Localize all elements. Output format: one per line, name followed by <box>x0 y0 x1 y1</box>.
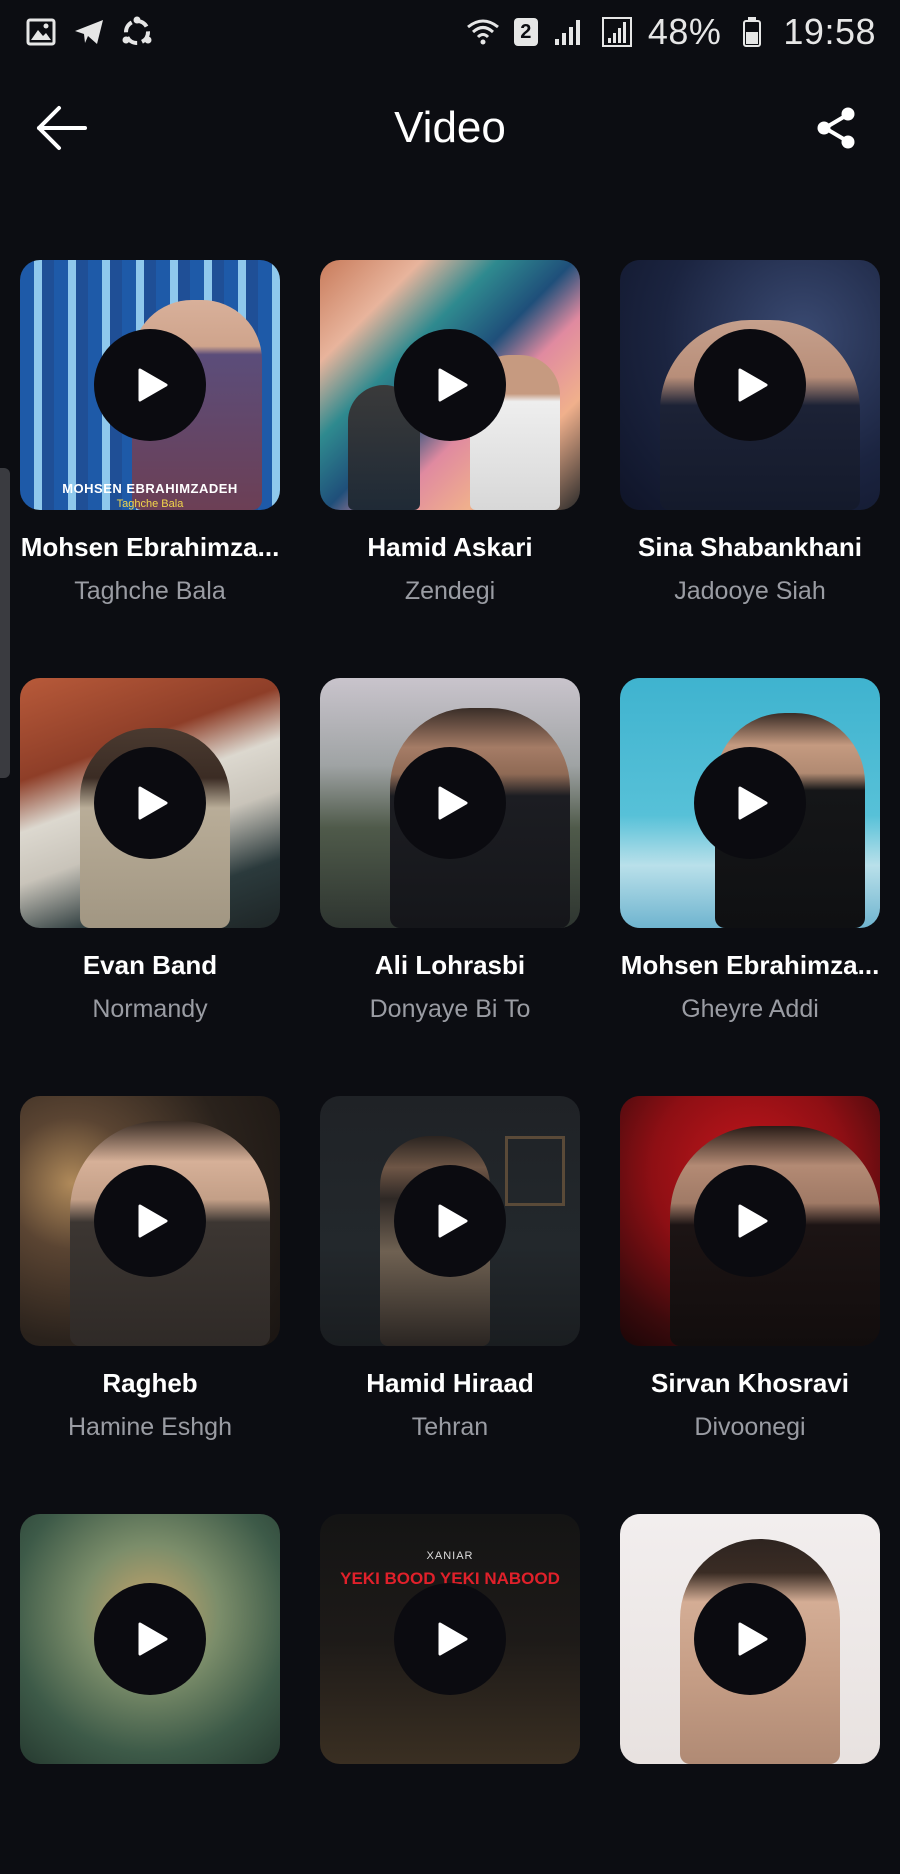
play-button[interactable] <box>694 747 806 859</box>
thumbnail-frame <box>505 1136 565 1206</box>
play-button[interactable] <box>94 1165 206 1277</box>
play-icon <box>138 1622 168 1656</box>
artist-name: Sina Shabankhani <box>638 532 862 562</box>
signal-icon <box>600 15 634 49</box>
play-icon <box>138 1204 168 1238</box>
artist-name: Evan Band <box>82 950 218 980</box>
video-card[interactable]: Evan Band Normandy <box>20 678 280 1038</box>
share-button[interactable] <box>808 98 864 162</box>
gallery-icon <box>24 15 58 49</box>
video-card[interactable]: XANIAR YEKI BOOD YEKI NABOOD <box>320 1514 580 1874</box>
video-thumbnail[interactable] <box>620 260 880 510</box>
status-bar: 2 48% 19:58 <box>0 0 900 64</box>
play-button[interactable] <box>394 1165 506 1277</box>
song-title: Donyaye Bi To <box>369 995 531 1023</box>
video-card[interactable] <box>620 1514 880 1874</box>
artist-name: Mohsen Ebrahimza... <box>620 950 880 980</box>
battery-percent: 48% <box>647 11 722 52</box>
song-title: Divoonegi <box>694 1413 806 1441</box>
video-card[interactable]: Hamid Askari Zendegi <box>320 260 580 620</box>
share-it-icon <box>120 15 154 49</box>
video-thumbnail[interactable] <box>320 1096 580 1346</box>
video-grid: MOHSEN EBRAHIMZADEH Taghche Bala Mohsen … <box>20 260 880 1874</box>
video-card[interactable]: Ali Lohrasbi Donyaye Bi To <box>320 678 580 1038</box>
status-bar-right: 2 48% 19:58 <box>466 11 876 53</box>
thumbnail-title-text: XANIAR <box>426 1550 474 1562</box>
play-icon <box>438 368 468 402</box>
thumbnail-title-text: MOHSEN EBRAHIMZADEH <box>62 481 238 496</box>
video-thumbnail[interactable] <box>620 1514 880 1764</box>
signal-icon <box>552 15 586 49</box>
play-icon <box>438 1622 468 1656</box>
video-thumbnail[interactable] <box>20 1096 280 1346</box>
song-title: Gheyre Addi <box>681 995 819 1023</box>
song-title: Hamine Eshgh <box>68 1413 232 1441</box>
page-title: Video <box>394 103 506 152</box>
clock: 19:58 <box>783 11 876 52</box>
song-title: Tehran <box>411 1413 489 1441</box>
telegram-icon <box>72 15 106 49</box>
video-thumbnail[interactable] <box>320 260 580 510</box>
play-button[interactable] <box>694 329 806 441</box>
play-button[interactable] <box>394 747 506 859</box>
play-button[interactable] <box>94 329 206 441</box>
back-button[interactable] <box>30 98 94 162</box>
artist-name: Sirvan Khosravi <box>651 1368 849 1398</box>
thumbnail-subtitle-text: Taghche Bala <box>116 498 184 510</box>
play-button[interactable] <box>394 329 506 441</box>
wifi-icon <box>466 15 500 49</box>
arrow-left-icon <box>35 105 89 156</box>
song-title: Taghche Bala <box>74 577 226 605</box>
side-panel-handle[interactable] <box>0 468 10 778</box>
artist-name: Mohsen Ebrahimza... <box>20 532 280 562</box>
video-thumbnail[interactable] <box>320 678 580 928</box>
video-card[interactable]: Sirvan Khosravi Divoonegi <box>620 1096 880 1456</box>
video-card[interactable]: Sina Shabankhani Jadooye Siah <box>620 260 880 620</box>
play-icon <box>438 786 468 820</box>
battery-icon <box>735 15 769 49</box>
artist-name: Ali Lohrasbi <box>374 950 526 980</box>
play-icon <box>438 1204 468 1238</box>
sim-badge: 2 <box>513 18 538 46</box>
video-card[interactable] <box>20 1514 280 1874</box>
artist-name: Hamid Hiraad <box>366 1368 534 1398</box>
artist-name: Ragheb <box>102 1368 198 1398</box>
app-header: Video <box>0 76 900 180</box>
video-thumbnail[interactable]: XANIAR YEKI BOOD YEKI NABOOD <box>320 1514 580 1764</box>
artist-name: Hamid Askari <box>367 532 533 562</box>
play-button[interactable] <box>94 747 206 859</box>
video-card[interactable]: Ragheb Hamine Eshgh <box>20 1096 280 1456</box>
video-card[interactable]: Hamid Hiraad Tehran <box>320 1096 580 1456</box>
play-icon <box>138 368 168 402</box>
play-button[interactable] <box>694 1165 806 1277</box>
status-bar-left <box>24 15 154 49</box>
play-icon <box>138 786 168 820</box>
song-title: Zendegi <box>404 577 496 605</box>
song-title: Jadooye Siah <box>674 577 826 605</box>
video-thumbnail[interactable]: MOHSEN EBRAHIMZADEH Taghche Bala <box>20 260 280 510</box>
song-title: Normandy <box>92 995 208 1023</box>
play-icon <box>738 1204 768 1238</box>
video-card[interactable]: Mohsen Ebrahimza... Gheyre Addi <box>620 678 880 1038</box>
play-icon <box>738 1622 768 1656</box>
play-icon <box>738 368 768 402</box>
play-icon <box>738 786 768 820</box>
video-thumbnail[interactable] <box>20 1514 280 1764</box>
video-thumbnail[interactable] <box>620 1096 880 1346</box>
video-card[interactable]: MOHSEN EBRAHIMZADEH Taghche Bala Mohsen … <box>20 260 280 620</box>
video-thumbnail[interactable] <box>20 678 280 928</box>
video-thumbnail[interactable] <box>620 678 880 928</box>
share-icon <box>814 106 858 155</box>
